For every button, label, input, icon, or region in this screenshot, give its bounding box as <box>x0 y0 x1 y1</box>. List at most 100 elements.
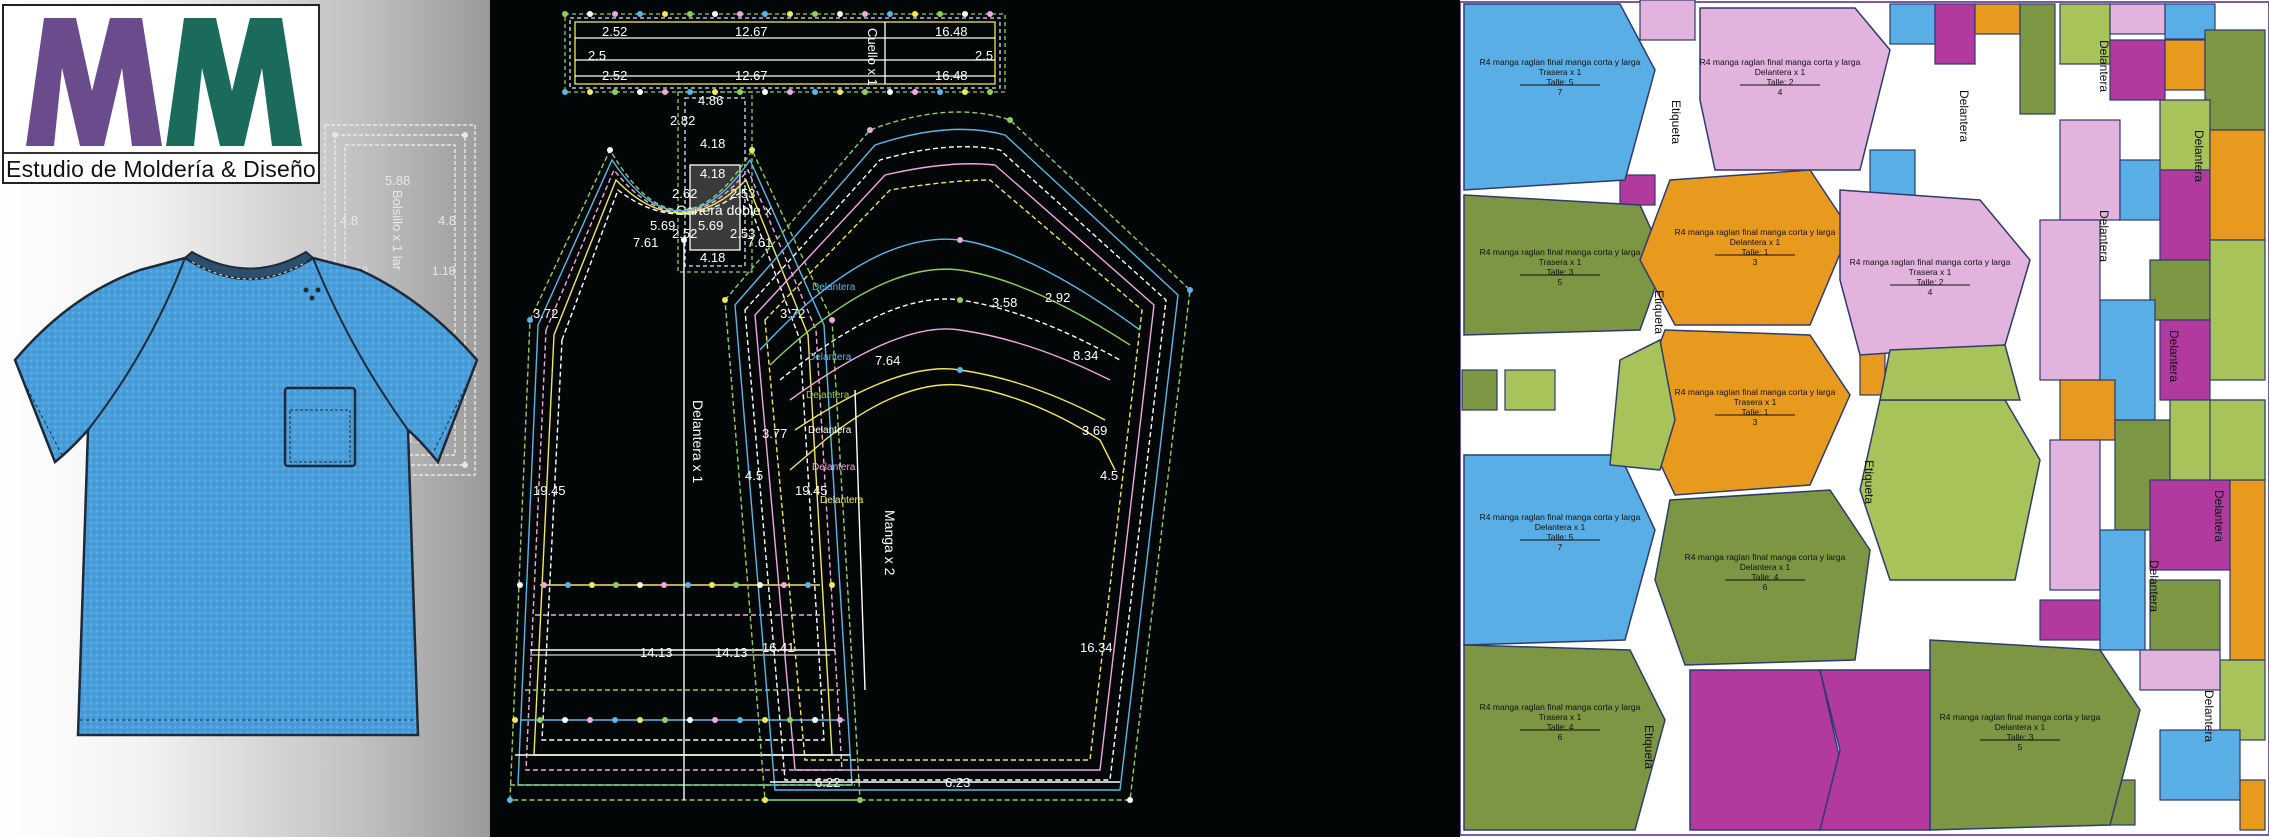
cad-node <box>661 582 667 588</box>
cad-node <box>887 11 893 17</box>
logo-mm-mark: MM <box>26 18 302 146</box>
cad-node <box>712 717 718 723</box>
cad-node-points <box>507 11 1193 803</box>
marker-label-num: 4 <box>1778 87 1783 97</box>
marker-label-part: Delantera x 1 <box>1755 67 1806 77</box>
cad-node <box>829 317 835 323</box>
collar-dim-4: 2.5 <box>588 48 606 63</box>
placket-dim-1: 4.86 <box>698 93 723 108</box>
collar-name: Cuello x 1 <box>865 28 880 86</box>
marker-label-part: Delantera x 1 <box>1740 562 1791 572</box>
cad-node <box>507 797 513 803</box>
marker-filler-piece <box>1859 349 1886 396</box>
marker-side-label: Delantera <box>2212 490 2226 542</box>
cad-node <box>805 582 811 588</box>
cad-node <box>709 582 715 588</box>
marker-filler-piece <box>2139 649 2221 691</box>
sleeve-dim-8: 4.5 <box>1100 468 1118 483</box>
marker-piece-12 <box>1689 669 1841 831</box>
marker-label-part: Delantera x 1 <box>1535 522 1586 532</box>
marker-layout-panel: R4 manga raglan final manga corta y larg… <box>1460 0 2269 837</box>
cad-node <box>757 582 763 588</box>
marker-filler-piece <box>1869 149 1916 196</box>
marker-filler-piece <box>2209 239 2266 381</box>
marker-label-title: R4 manga raglan final manga corta y larg… <box>1685 552 1846 562</box>
marker-label-part: Trasera x 1 <box>1734 397 1777 407</box>
sleeve-label-4: Delantera <box>808 425 852 436</box>
sleeve-label-3: Delantera <box>806 390 850 401</box>
cad-node <box>527 317 533 323</box>
marker-filler-piece <box>2219 659 2266 741</box>
marker-filler-piece <box>2209 129 2266 241</box>
cad-node <box>857 797 863 803</box>
marker-side-label: Etiqueta <box>1652 290 1666 334</box>
marker-label-num: 5 <box>2018 742 2023 752</box>
marker-side-label: Etiqueta <box>1642 725 1656 769</box>
cad-node <box>862 89 868 95</box>
marker-filler-piece <box>2229 479 2266 661</box>
cad-node <box>812 89 818 95</box>
front-dim-raglan-right: 7.61 <box>747 235 772 250</box>
marker-label-num: 6 <box>1763 582 1768 592</box>
cad-node <box>612 11 618 17</box>
marker-filler-piece <box>2039 219 2101 381</box>
cad-node <box>587 717 593 723</box>
cad-node <box>962 11 968 17</box>
marker-canvas: R4 manga raglan final manga corta y larg… <box>1460 0 2269 836</box>
marker-label-title: R4 manga raglan final manga corta y larg… <box>1700 57 1861 67</box>
studio-logo: MM Estudio de Moldería & Diseño <box>2 4 320 184</box>
sleeve-piece <box>724 111 1191 801</box>
collar-dim-1: 2.52 <box>602 24 627 39</box>
cad-node <box>762 89 768 95</box>
marker-label-num: 7 <box>1558 87 1563 97</box>
marker-filler-piece <box>2109 3 2166 35</box>
cad-node <box>687 717 693 723</box>
collar-dim-5: 2.52 <box>602 68 627 83</box>
cad-node <box>562 11 568 17</box>
marker-filler-piece <box>2159 169 2211 261</box>
cad-node <box>662 89 668 95</box>
sleeve-dim-1: 3.58 <box>992 295 1017 310</box>
placket-dim-4: 4.18 <box>700 166 725 181</box>
cad-node <box>612 717 618 723</box>
marker-filler-piece <box>2109 39 2166 101</box>
cad-node <box>637 582 643 588</box>
cad-node <box>912 11 918 17</box>
front-dim-neck-left: 5.69 <box>650 218 675 233</box>
marker-label-title: R4 manga raglan final manga corta y larg… <box>1480 702 1641 712</box>
marker-side-label: Delantera <box>2147 560 2161 612</box>
front-dim-neck-right: 5.69 <box>698 218 723 233</box>
front-piece-name: Delantera x 1 <box>690 400 706 483</box>
cad-node <box>912 89 918 95</box>
cad-node <box>957 237 963 243</box>
marker-side-label: Delantera <box>1957 90 1971 142</box>
marker-filler-piece <box>1974 3 2021 35</box>
placket-dim-9: 4.18 <box>700 250 725 265</box>
marker-label-title: R4 manga raglan final manga corta y larg… <box>1675 227 1836 237</box>
cad-node <box>1127 797 1133 803</box>
marker-side-label: Etiqueta <box>1862 460 1876 504</box>
marker-label-part: Trasera x 1 <box>1539 257 1582 267</box>
cad-node <box>749 147 755 153</box>
cad-node <box>962 89 968 95</box>
marker-piece-10 <box>1859 399 2041 581</box>
marker-side-label: Delantera <box>2097 40 2111 92</box>
front-dim-hem-left: 14.13 <box>640 645 673 660</box>
sleeve-label-1: Delantera <box>812 282 856 293</box>
sleeve-dim-10: 16.34 <box>1080 640 1113 655</box>
cad-node <box>562 717 568 723</box>
cad-node <box>517 582 523 588</box>
marker-filler-piece <box>2149 259 2211 321</box>
cad-node <box>787 717 793 723</box>
cad-node <box>685 582 691 588</box>
marker-label-num: 6 <box>1558 732 1563 742</box>
front-dim-raglan-left: 7.61 <box>633 235 658 250</box>
marker-label-title: R4 manga raglan final manga corta y larg… <box>1480 57 1641 67</box>
cad-node <box>762 11 768 17</box>
cad-node <box>781 582 787 588</box>
cad-node <box>787 11 793 17</box>
marker-filler-piece <box>2209 399 2266 481</box>
cad-node <box>762 717 768 723</box>
cad-node <box>562 89 568 95</box>
cad-node <box>957 367 963 373</box>
